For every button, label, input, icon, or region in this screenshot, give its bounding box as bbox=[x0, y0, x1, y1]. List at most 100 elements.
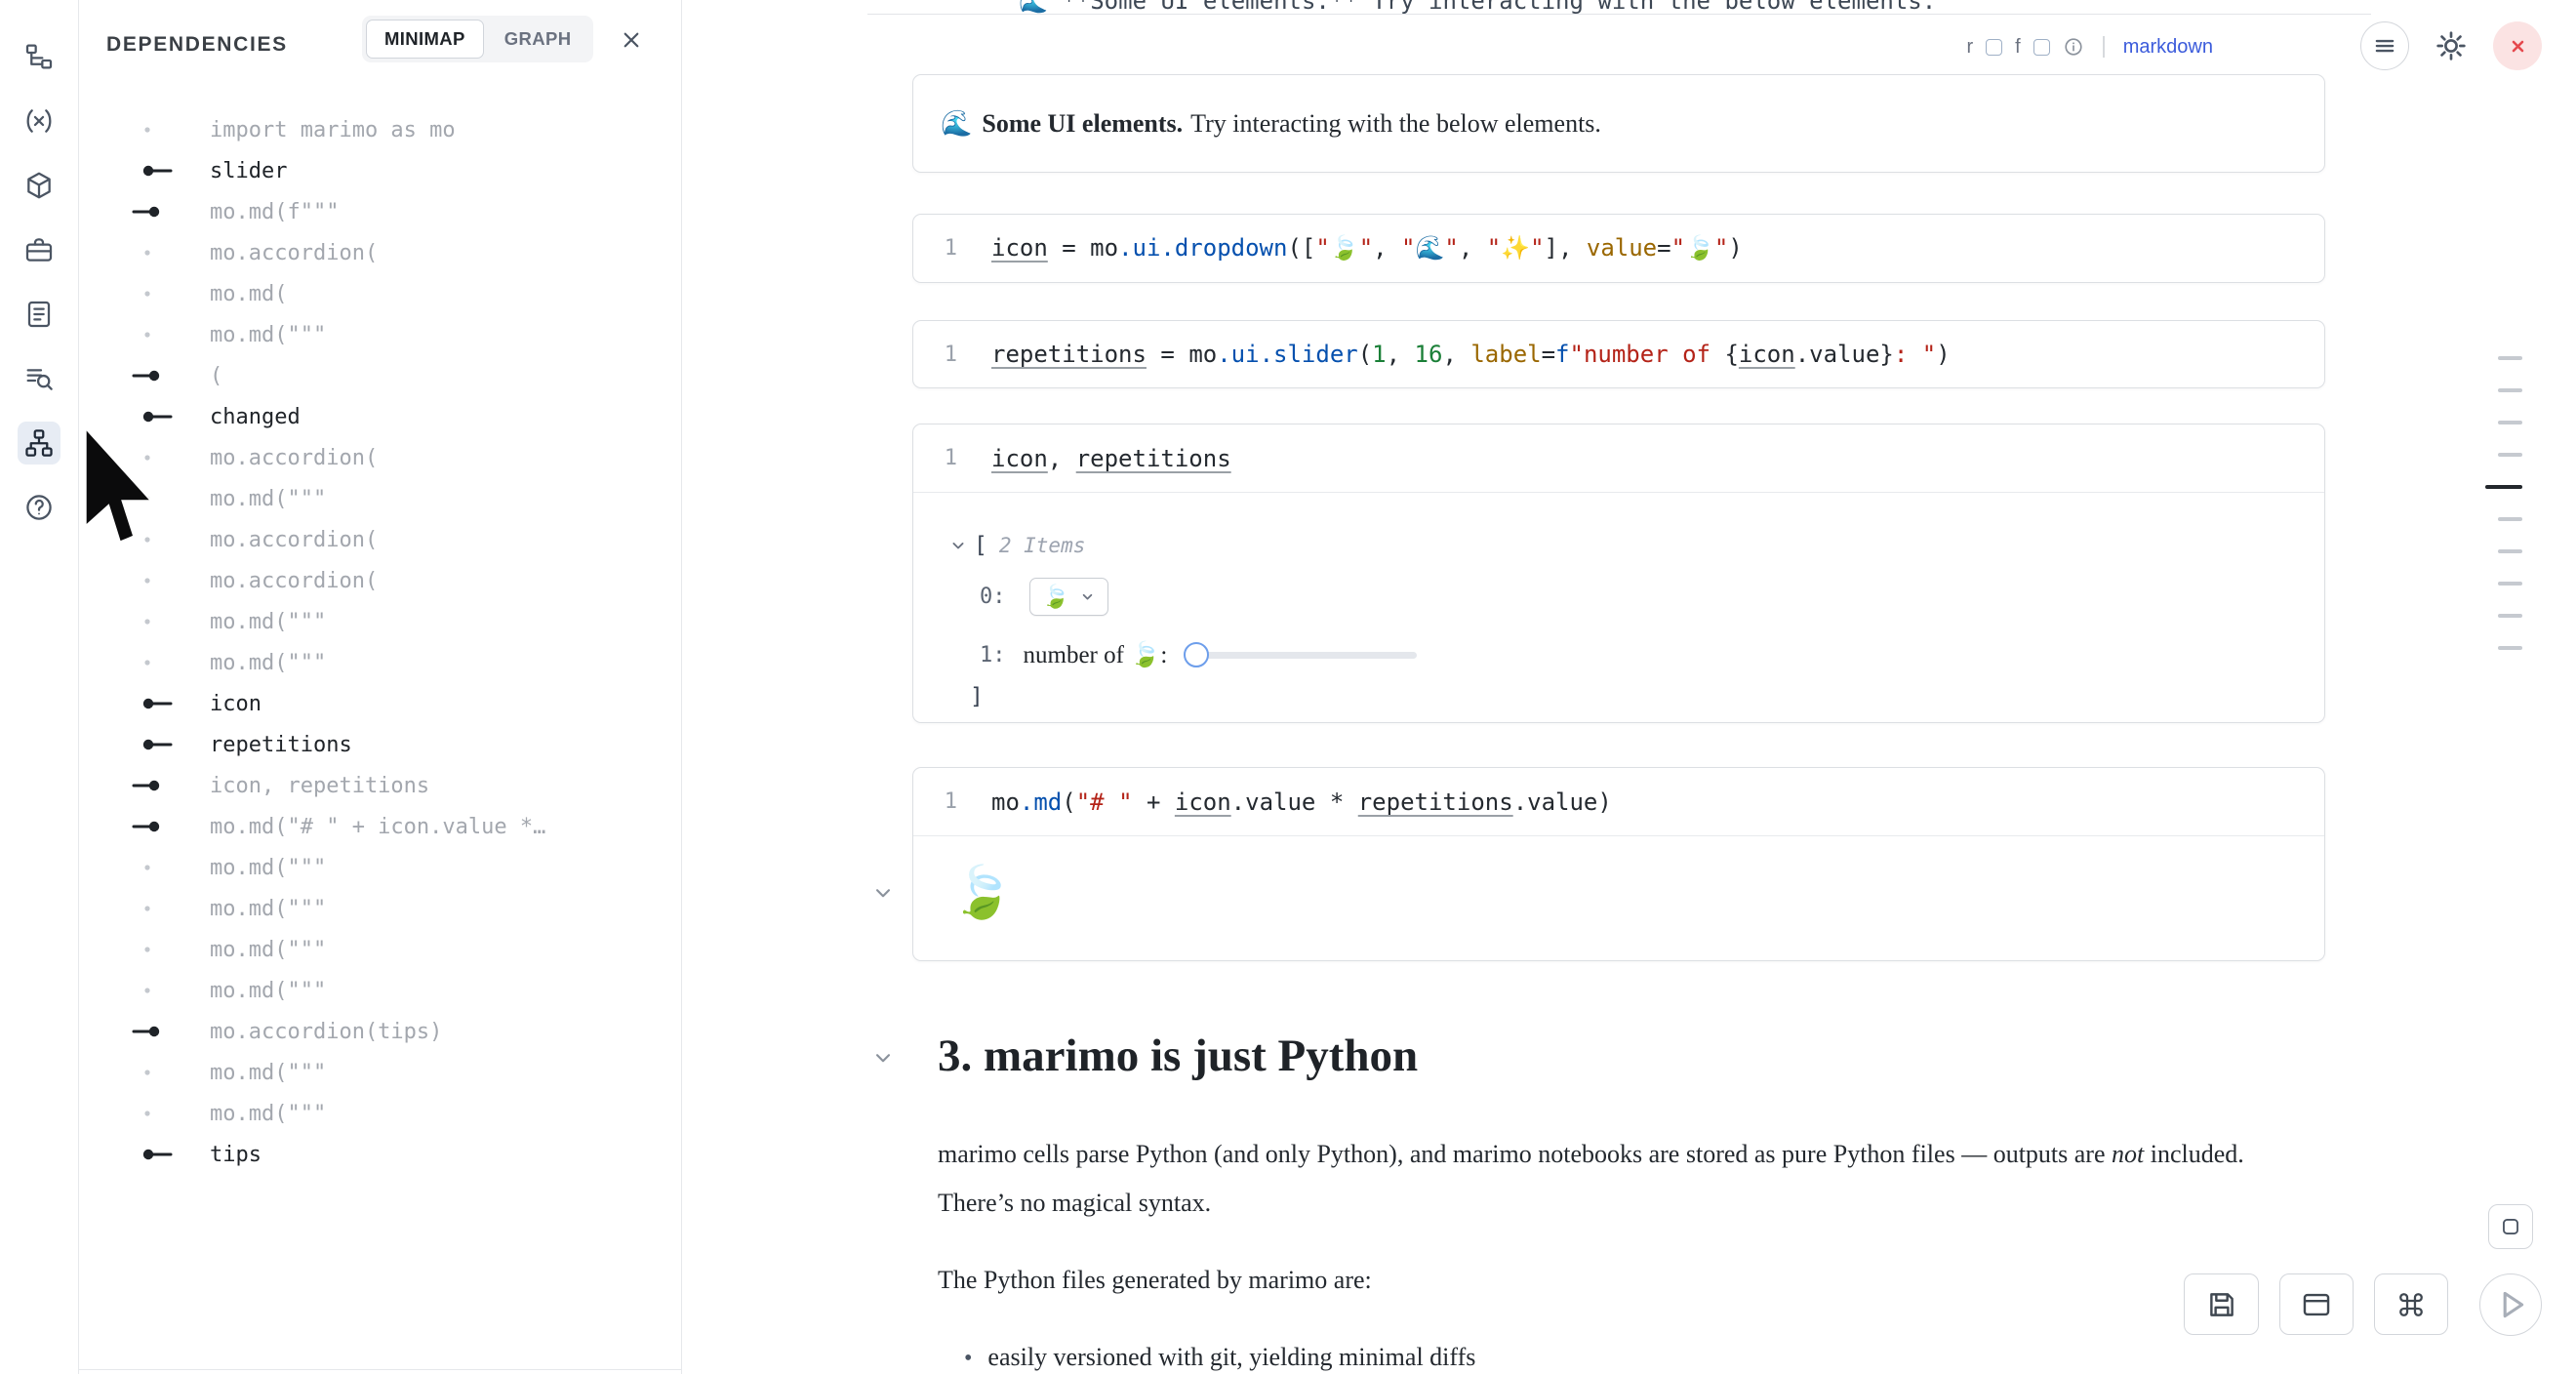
code-line[interactable]: mo.md("# " + icon.value * repetitions.va… bbox=[991, 788, 1612, 816]
help-icon[interactable] bbox=[18, 486, 60, 529]
minimap-row[interactable]: mo.md(""" bbox=[79, 847, 681, 888]
dependencies-panel-header: DEPENDENCIES MINIMAP GRAPH bbox=[79, 0, 681, 78]
chevron-down-icon[interactable] bbox=[948, 536, 968, 555]
chevron-down-icon[interactable] bbox=[870, 880, 896, 906]
packages-icon[interactable] bbox=[18, 164, 60, 207]
checkbox[interactable] bbox=[1986, 39, 2002, 56]
minimap-row[interactable]: import marimo as mo bbox=[79, 109, 681, 150]
keyboard-shortcuts-button[interactable] bbox=[2374, 1273, 2448, 1335]
scroll-mark[interactable] bbox=[2498, 646, 2522, 650]
save-button[interactable] bbox=[2184, 1273, 2259, 1335]
shutdown-button[interactable] bbox=[2493, 21, 2542, 70]
minimap-row[interactable]: tips bbox=[79, 1134, 681, 1175]
toolbox-icon[interactable] bbox=[18, 228, 60, 271]
variables-icon[interactable] bbox=[18, 100, 60, 142]
minimap-row[interactable]: mo.md(""" bbox=[79, 642, 681, 683]
minimap-row[interactable]: mo.md(""" bbox=[79, 1052, 681, 1093]
file-tree-icon[interactable] bbox=[18, 35, 60, 78]
slider-knob[interactable] bbox=[1184, 642, 1209, 667]
minimap-row[interactable]: mo.md(""" bbox=[79, 888, 681, 929]
code-line[interactable]: icon = mo.ui.dropdown(["🍃", "🌊", "✨"], v… bbox=[991, 234, 1743, 262]
tab-graph[interactable]: GRAPH bbox=[486, 20, 590, 59]
minimap-row-label: mo.accordion( bbox=[210, 241, 378, 265]
minimap-row-label: mo.accordion( bbox=[210, 528, 378, 552]
scroll-mark[interactable] bbox=[2498, 356, 2522, 360]
code-line[interactable]: repetitions = mo.ui.slider(1, 16, label=… bbox=[991, 341, 1951, 368]
clipped-cell-editor[interactable]: 🌊 **Some UI elements.** Try interacting … bbox=[867, 0, 2371, 15]
checkbox[interactable] bbox=[2033, 39, 2050, 56]
minimap-row[interactable]: mo.md( bbox=[79, 273, 681, 314]
run-button[interactable] bbox=[2479, 1273, 2542, 1336]
slider-track[interactable] bbox=[1197, 652, 1417, 659]
dot-marker-icon bbox=[132, 642, 177, 683]
scroll-mark[interactable] bbox=[2498, 614, 2522, 618]
minimap-row-label: mo.accordion( bbox=[210, 446, 378, 470]
code-line[interactable]: icon, repetitions bbox=[991, 445, 1231, 472]
close-icon[interactable] bbox=[617, 25, 646, 55]
scroll-mark[interactable] bbox=[2498, 549, 2522, 553]
list-item: • easily versioned with git, yielding mi… bbox=[964, 1343, 1475, 1372]
paragraph-italic: not bbox=[2112, 1140, 2144, 1168]
minimap-row-label: repetitions bbox=[210, 733, 352, 757]
minimap-row[interactable]: mo.accordion(tips) bbox=[79, 1011, 681, 1052]
minimap-row[interactable]: slider bbox=[79, 150, 681, 191]
code-row: 1 repetitions = mo.ui.slider(1, 16, labe… bbox=[913, 321, 2324, 387]
out-marker-icon bbox=[132, 683, 177, 724]
code-cell-slider[interactable]: 1 repetitions = mo.ui.slider(1, 16, labe… bbox=[912, 320, 2325, 388]
minimap-row[interactable]: mo.md(""" bbox=[79, 970, 681, 1011]
scroll-mark[interactable] bbox=[2498, 388, 2522, 392]
line-number: 1 bbox=[913, 343, 957, 367]
minimap-row-label: icon bbox=[210, 692, 262, 716]
minimap-row-label: mo.md(""" bbox=[210, 897, 326, 921]
scroll-mark[interactable] bbox=[2498, 582, 2522, 586]
minimap-row-label: mo.md(""" bbox=[210, 856, 326, 880]
minimap-row-label: mo.md(""" bbox=[210, 979, 326, 1003]
dropdown-select[interactable]: 🍃 bbox=[1029, 578, 1109, 616]
minimap-row[interactable]: repetitions bbox=[79, 724, 681, 765]
scroll-mark-active[interactable] bbox=[2485, 485, 2522, 489]
scroll-mark[interactable] bbox=[2498, 517, 2522, 521]
minimap-row[interactable]: mo.md(""" bbox=[79, 929, 681, 970]
code-cell-md[interactable]: 1 mo.md("# " + icon.value * repetitions.… bbox=[912, 767, 2325, 961]
settings-button[interactable] bbox=[2427, 21, 2475, 70]
panel-toggle-button[interactable] bbox=[2488, 1204, 2533, 1249]
chevron-down-icon[interactable] bbox=[870, 1045, 896, 1071]
minimap-row[interactable]: mo.md(""" bbox=[79, 601, 681, 642]
dot-marker-icon bbox=[132, 519, 177, 560]
doc-search-icon[interactable] bbox=[18, 357, 60, 400]
language-badge[interactable]: markdown bbox=[2123, 36, 2213, 59]
minimap-row[interactable]: mo.accordion( bbox=[79, 560, 681, 601]
minimap-row[interactable]: mo.md(""" bbox=[79, 478, 681, 519]
minimap-row[interactable]: mo.md(""" bbox=[79, 1093, 681, 1134]
minimap-row[interactable]: mo.accordion( bbox=[79, 519, 681, 560]
minimap-row[interactable]: mo.md(""" bbox=[79, 314, 681, 355]
app-view-button[interactable] bbox=[2279, 1273, 2354, 1335]
out-marker-icon bbox=[132, 724, 177, 765]
snippets-icon[interactable] bbox=[18, 293, 60, 336]
code-cell-tuple[interactable]: 1 icon, repetitions [ 2 Items 0: 🍃 bbox=[912, 424, 2325, 723]
minimap-row[interactable]: mo.accordion( bbox=[79, 437, 681, 478]
code-cell-dropdown[interactable]: 1 icon = mo.ui.dropdown(["🍃", "🌊", "✨"],… bbox=[912, 214, 2325, 283]
dot-marker-icon bbox=[132, 1093, 177, 1134]
close-icon bbox=[2505, 33, 2531, 60]
minimap-row[interactable]: mo.md(f""" bbox=[79, 191, 681, 232]
minimap-row[interactable]: mo.md("# " + icon.value *… bbox=[79, 806, 681, 847]
scroll-mark[interactable] bbox=[2498, 453, 2522, 457]
info-icon[interactable] bbox=[2063, 36, 2084, 58]
dot-marker-icon bbox=[132, 560, 177, 601]
tab-minimap[interactable]: MINIMAP bbox=[366, 20, 484, 59]
minimap-row[interactable]: icon bbox=[79, 683, 681, 724]
bullet-icon: • bbox=[964, 1346, 972, 1372]
dependency-graph-icon[interactable] bbox=[18, 422, 60, 465]
minimap-row-label: mo.md(""" bbox=[210, 610, 326, 634]
minimap-row-label: mo.md(""" bbox=[210, 1102, 326, 1126]
scroll-mark[interactable] bbox=[2498, 421, 2522, 424]
minimap-row[interactable]: changed bbox=[79, 396, 681, 437]
menu-button[interactable] bbox=[2360, 21, 2409, 70]
dot-marker-icon bbox=[132, 601, 177, 642]
minimap-row[interactable]: ( bbox=[79, 355, 681, 396]
dot-marker-icon bbox=[132, 273, 177, 314]
slider[interactable] bbox=[1184, 642, 1417, 667]
minimap-row[interactable]: mo.accordion( bbox=[79, 232, 681, 273]
minimap-row[interactable]: icon, repetitions bbox=[79, 765, 681, 806]
